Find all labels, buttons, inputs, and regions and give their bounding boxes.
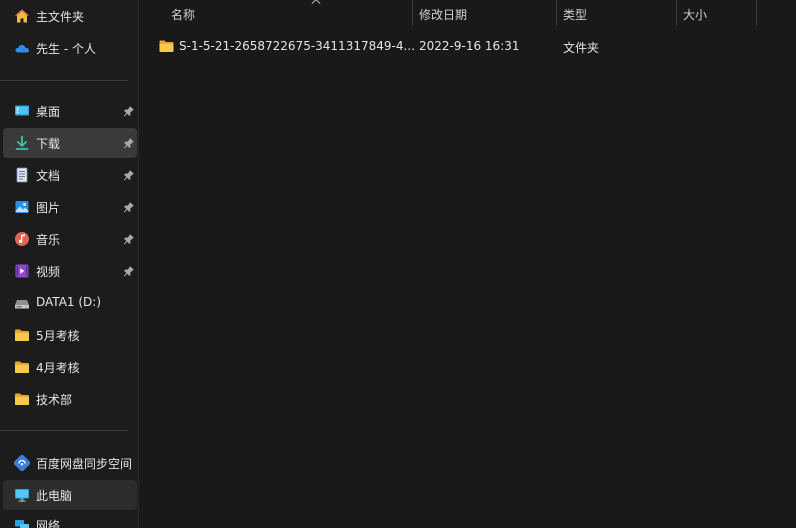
column-header-label: 修改日期 <box>419 8 468 22</box>
sidebar-item-label: DATA1 (D:) <box>36 295 102 309</box>
pin-icon[interactable] <box>123 201 135 213</box>
sidebar-item-onedrive[interactable]: 先生 - 个人 <box>3 33 137 63</box>
music-icon <box>15 232 29 246</box>
sidebar-item-label: 图片 <box>36 201 61 215</box>
sidebar-item-label: 音乐 <box>36 233 61 247</box>
sidebar-item-home[interactable]: 主文件夹 <box>3 1 137 31</box>
file-explorer-window: 主文件夹 先生 - 个人 桌面 下载 文档 图片 音乐 视频 DATA1 (D:… <box>0 0 796 528</box>
file-row[interactable]: S-1-5-21-2658722675-3411317849-4... 2022… <box>153 34 783 58</box>
document-icon <box>16 167 28 183</box>
column-header-label: 大小 <box>683 8 708 22</box>
sidebar-item-music[interactable]: 音乐 <box>3 224 137 254</box>
baidu-netdisk-icon <box>14 455 30 471</box>
sidebar-item-label: 技术部 <box>36 393 73 407</box>
sidebar-item-label: 5月考核 <box>36 329 80 343</box>
sidebar-item-pictures[interactable]: 图片 <box>3 192 137 222</box>
this-pc-icon <box>15 489 29 502</box>
sidebar-item-label: 桌面 <box>36 105 61 119</box>
sidebar-item-label: 下载 <box>36 137 61 151</box>
sidebar-divider <box>0 430 128 431</box>
sidebar-divider <box>0 80 128 81</box>
column-separator[interactable] <box>756 0 757 26</box>
sidebar-item-folder-4yue[interactable]: 4月考核 <box>3 352 137 382</box>
network-icon <box>15 520 29 528</box>
sidebar-item-baidu-netdisk[interactable]: 百度网盘同步空间 <box>3 448 137 478</box>
column-header-label: 名称 <box>171 8 196 22</box>
column-header-size[interactable]: 大小 <box>677 0 756 26</box>
sidebar-item-label: 百度网盘同步空间 <box>36 457 133 471</box>
file-modified-date: 2022-9-16 16:31 <box>419 39 520 53</box>
sidebar-item-documents[interactable]: 文档 <box>3 160 137 190</box>
file-list-pane: 名称 修改日期 类型 大小 S-1-5-21-2658722675-341131… <box>139 0 796 528</box>
sidebar-item-label: 视频 <box>36 265 61 279</box>
column-header-name[interactable]: 名称 <box>165 0 412 26</box>
drive-icon <box>15 300 29 309</box>
sort-ascending-icon <box>311 0 321 4</box>
file-type: 文件夹 <box>563 41 600 55</box>
navigation-pane: 主文件夹 先生 - 个人 桌面 下载 文档 图片 音乐 视频 DATA1 (D:… <box>0 0 138 528</box>
home-icon <box>15 9 29 23</box>
sidebar-item-label: 此电脑 <box>36 489 73 503</box>
sidebar-item-folder-5yue[interactable]: 5月考核 <box>3 320 137 350</box>
pin-icon[interactable] <box>123 137 135 149</box>
sidebar-item-videos[interactable]: 视频 <box>3 256 137 286</box>
sidebar-item-label: 主文件夹 <box>36 10 85 24</box>
download-icon <box>15 135 29 150</box>
folder-icon <box>15 329 29 341</box>
column-header-type[interactable]: 类型 <box>557 0 676 26</box>
pin-icon[interactable] <box>123 265 135 277</box>
pictures-icon <box>15 201 29 213</box>
sidebar-item-label: 文档 <box>36 169 61 183</box>
sidebar-item-label: 4月考核 <box>36 361 80 375</box>
sidebar-item-desktop[interactable]: 桌面 <box>3 96 137 126</box>
pin-icon[interactable] <box>123 105 135 117</box>
sidebar-item-downloads[interactable]: 下载 <box>3 128 137 158</box>
pin-icon[interactable] <box>123 233 135 245</box>
column-header-modified[interactable]: 修改日期 <box>413 0 556 26</box>
file-name: S-1-5-21-2658722675-3411317849-4... <box>179 39 415 53</box>
sidebar-item-folder-jishubu[interactable]: 技术部 <box>3 384 137 414</box>
folder-icon <box>15 393 29 405</box>
video-icon <box>15 264 29 278</box>
pin-icon[interactable] <box>123 169 135 181</box>
sidebar-item-data1-drive[interactable]: DATA1 (D:) <box>3 288 137 318</box>
sidebar-item-this-pc[interactable]: 此电脑 <box>3 480 137 510</box>
onedrive-cloud-icon <box>15 44 29 53</box>
column-header-label: 类型 <box>563 8 588 22</box>
desktop-icon <box>15 105 29 116</box>
folder-icon <box>159 40 174 52</box>
sidebar-item-label: 先生 - 个人 <box>36 42 96 56</box>
sidebar-item-label: 网络 <box>36 519 61 528</box>
folder-icon <box>15 361 29 373</box>
sidebar-item-network[interactable]: 网络 <box>3 510 137 528</box>
